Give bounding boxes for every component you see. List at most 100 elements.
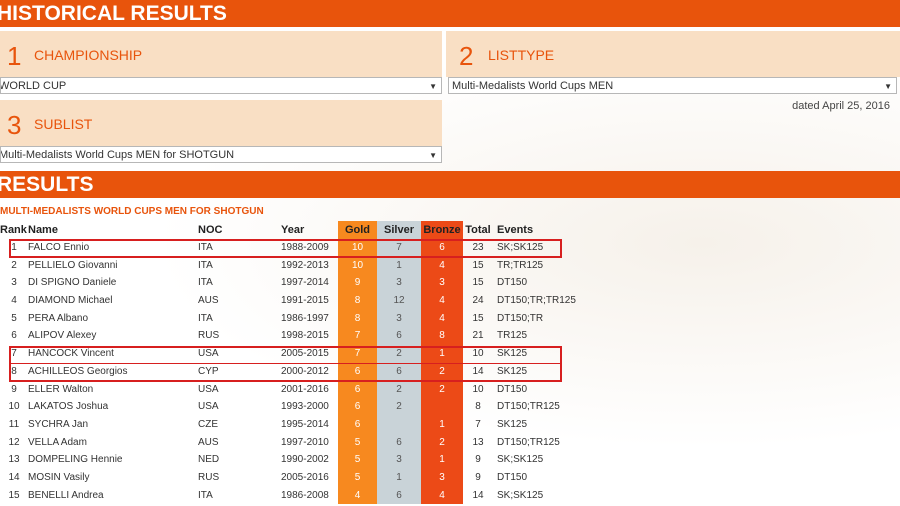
cell-bronze: 1 bbox=[421, 415, 463, 434]
cell-events: SK125 bbox=[497, 365, 528, 377]
cell-name[interactable]: ALIPOV Alexey bbox=[28, 327, 198, 345]
cell-bronze: 4 bbox=[421, 309, 463, 328]
step-title: CHAMPIONSHIP bbox=[34, 47, 143, 63]
cell-bronze: 4 bbox=[421, 256, 463, 275]
cell-gold: 5 bbox=[338, 433, 377, 451]
chevron-down-icon: ▼ bbox=[884, 82, 892, 91]
cell-noc: USA bbox=[198, 383, 219, 395]
cell-name[interactable]: PELLIELO Giovanni bbox=[28, 256, 198, 274]
cell-name[interactable]: DIAMOND Michael bbox=[28, 292, 198, 310]
cell-name[interactable]: DOMPELING Hennie bbox=[28, 451, 198, 469]
cell-name[interactable]: MOSIN Vasily bbox=[28, 469, 198, 487]
cell-rank: 10 bbox=[8, 401, 20, 413]
cell-silver: 3 bbox=[377, 309, 421, 328]
cell-name[interactable]: VELLA Adam bbox=[28, 433, 198, 451]
table-row: 12 VELLA Adam AUS 1997-2010 5 6 2 13 DT150;TR125 bbox=[0, 433, 587, 451]
cell-year: 2005-2015 bbox=[281, 348, 329, 360]
column-header-rank: Rank bbox=[0, 223, 27, 236]
page-title: HISTORICAL RESULTS bbox=[0, 2, 227, 25]
cell-bronze: 2 bbox=[421, 433, 463, 451]
column-header-noc: NOC bbox=[198, 223, 223, 236]
cell-events: SK125 bbox=[497, 348, 528, 360]
table-row: 11 SYCHRA Jan CZE 1995-2014 6 1 7 SK125 bbox=[0, 415, 587, 434]
cell-total: 7 bbox=[475, 418, 481, 430]
cell-bronze: 6 bbox=[421, 238, 463, 257]
table-row: 13 DOMPELING Hennie NED 1990-2002 5 3 1 9 SK;SK1… bbox=[0, 450, 587, 469]
cell-total: 14 bbox=[472, 365, 484, 377]
chevron-down-icon: ▼ bbox=[429, 82, 437, 91]
table-row: 14 MOSIN Vasily RUS 2005-2016 5 1 3 9 DT150 bbox=[0, 468, 587, 487]
cell-noc: USA bbox=[198, 348, 219, 360]
cell-bronze: 8 bbox=[421, 327, 463, 345]
cell-silver: 2 bbox=[377, 344, 421, 363]
table-row: 10 LAKATOS Joshua USA 1993-2000 6 2 8 DT150;TR1… bbox=[0, 397, 587, 416]
cell-silver: 3 bbox=[377, 450, 421, 469]
championship-select[interactable]: WORLD CUP ▼ bbox=[0, 77, 442, 94]
cell-year: 1995-2014 bbox=[281, 418, 329, 430]
cell-rank: 3 bbox=[11, 277, 17, 289]
table-row: 8 ACHILLEOS Georgios CYP 2000-2012 6 6 2 14 SK12… bbox=[0, 362, 587, 381]
sublist-select[interactable]: Multi-Medalists World Cups MEN for SHOTG… bbox=[0, 146, 442, 163]
cell-events: SK;SK125 bbox=[497, 242, 544, 254]
listtype-select[interactable]: Multi-Medalists World Cups MEN ▼ bbox=[448, 77, 897, 94]
cell-rank: 12 bbox=[8, 436, 20, 448]
cell-name[interactable]: LAKATOS Joshua bbox=[28, 398, 198, 416]
column-header-silver: Silver bbox=[377, 221, 421, 239]
cell-year: 1986-1997 bbox=[281, 312, 329, 324]
step-sublist-panel: 3 SUBLIST bbox=[0, 100, 442, 146]
cell-noc: AUS bbox=[198, 436, 219, 448]
cell-year: 1998-2015 bbox=[281, 330, 329, 342]
cell-name[interactable]: DI SPIGNO Daniele bbox=[28, 274, 198, 292]
results-table: Rank Name NOC Year Gold Silver Bronze To… bbox=[0, 221, 587, 504]
results-header: RESULTS bbox=[0, 171, 900, 198]
table-header-row: Rank Name NOC Year Gold Silver Bronze To… bbox=[0, 221, 587, 239]
cell-year: 1993-2000 bbox=[281, 401, 329, 413]
cell-gold: 10 bbox=[338, 256, 377, 275]
cell-silver: 6 bbox=[377, 327, 421, 345]
table-row: 1 FALCO Ennio ITA 1988-2009 10 7 6 23 SK;SK125 bbox=[0, 238, 587, 257]
cell-silver: 2 bbox=[377, 380, 421, 398]
cell-total: 9 bbox=[475, 471, 481, 483]
step-championship-panel: 1 CHAMPIONSHIP bbox=[0, 31, 442, 77]
cell-total: 13 bbox=[472, 436, 484, 448]
cell-bronze bbox=[421, 397, 463, 416]
cell-bronze: 2 bbox=[421, 362, 463, 381]
cell-silver: 2 bbox=[377, 397, 421, 416]
cell-gold: 6 bbox=[338, 362, 377, 381]
table-row: 3 DI SPIGNO Daniele ITA 1997-2014 9 3 3 15 DT150 bbox=[0, 274, 587, 292]
table-row: 5 PERA Albano ITA 1986-1997 8 3 4 15 DT150;TR bbox=[0, 309, 587, 328]
cell-gold: 9 bbox=[338, 274, 377, 292]
step-number: 3 bbox=[7, 110, 22, 140]
cell-year: 1986-2008 bbox=[281, 489, 329, 501]
cell-noc: ITA bbox=[198, 489, 213, 501]
cell-year: 2001-2016 bbox=[281, 383, 329, 395]
cell-name[interactable]: FALCO Ennio bbox=[28, 239, 198, 257]
cell-year: 1990-2002 bbox=[281, 454, 329, 466]
cell-name[interactable]: PERA Albano bbox=[28, 309, 198, 327]
column-header-gold: Gold bbox=[338, 221, 377, 239]
cell-name[interactable]: SYCHRA Jan bbox=[28, 416, 198, 434]
results-subtitle: MULTI-MEDALISTS WORLD CUPS MEN FOR SHOTG… bbox=[0, 206, 264, 217]
cell-bronze: 3 bbox=[421, 274, 463, 292]
cell-year: 1991-2015 bbox=[281, 295, 329, 307]
cell-bronze: 3 bbox=[421, 468, 463, 487]
table-row: 4 DIAMOND Michael AUS 1991-2015 8 12 4 24 DT150;… bbox=[0, 291, 587, 310]
cell-rank: 2 bbox=[11, 259, 17, 271]
cell-rank: 6 bbox=[11, 330, 17, 342]
column-header-bronze: Bronze bbox=[421, 221, 463, 239]
select-value: Multi-Medalists World Cups MEN bbox=[452, 80, 614, 92]
cell-total: 15 bbox=[472, 277, 484, 289]
cell-name[interactable]: HANCOCK Vincent bbox=[28, 345, 198, 363]
cell-silver: 1 bbox=[377, 256, 421, 275]
cell-bronze: 4 bbox=[421, 486, 463, 504]
cell-total: 24 bbox=[472, 295, 484, 307]
cell-total: 9 bbox=[475, 454, 481, 466]
cell-gold: 6 bbox=[338, 415, 377, 434]
cell-name[interactable]: BENELLI Andrea bbox=[28, 486, 198, 504]
cell-noc: ITA bbox=[198, 242, 213, 254]
cell-gold: 8 bbox=[338, 309, 377, 328]
cell-silver: 7 bbox=[377, 238, 421, 257]
cell-name[interactable]: ELLER Walton bbox=[28, 380, 198, 398]
cell-noc: NED bbox=[198, 454, 220, 466]
cell-name[interactable]: ACHILLEOS Georgios bbox=[28, 363, 198, 381]
